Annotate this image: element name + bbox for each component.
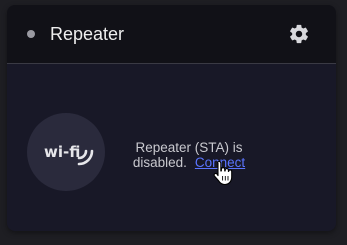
page: Repeater wi-fi Repeater (STA) is disable… bbox=[0, 0, 347, 245]
status-message: Repeater (STA) is disabled. Connect bbox=[119, 140, 259, 170]
card-title: Repeater bbox=[50, 24, 125, 44]
status-line-2: disabled. Connect bbox=[119, 155, 259, 170]
card-body: wi-fi Repeater (STA) is disabled. Connect bbox=[7, 64, 336, 231]
card-header: Repeater bbox=[7, 5, 336, 64]
status-disabled-text: disabled. bbox=[132, 155, 187, 170]
repeater-card: Repeater wi-fi Repeater (STA) is disable… bbox=[7, 5, 336, 231]
status-line-1: Repeater (STA) is bbox=[135, 140, 243, 155]
wifi-logo-text: wi-fi bbox=[44, 143, 80, 161]
wifi-icon: wi-fi bbox=[27, 113, 105, 191]
gear-icon[interactable] bbox=[288, 23, 310, 45]
connect-link[interactable]: Connect bbox=[195, 155, 245, 170]
status-dot bbox=[27, 30, 35, 38]
